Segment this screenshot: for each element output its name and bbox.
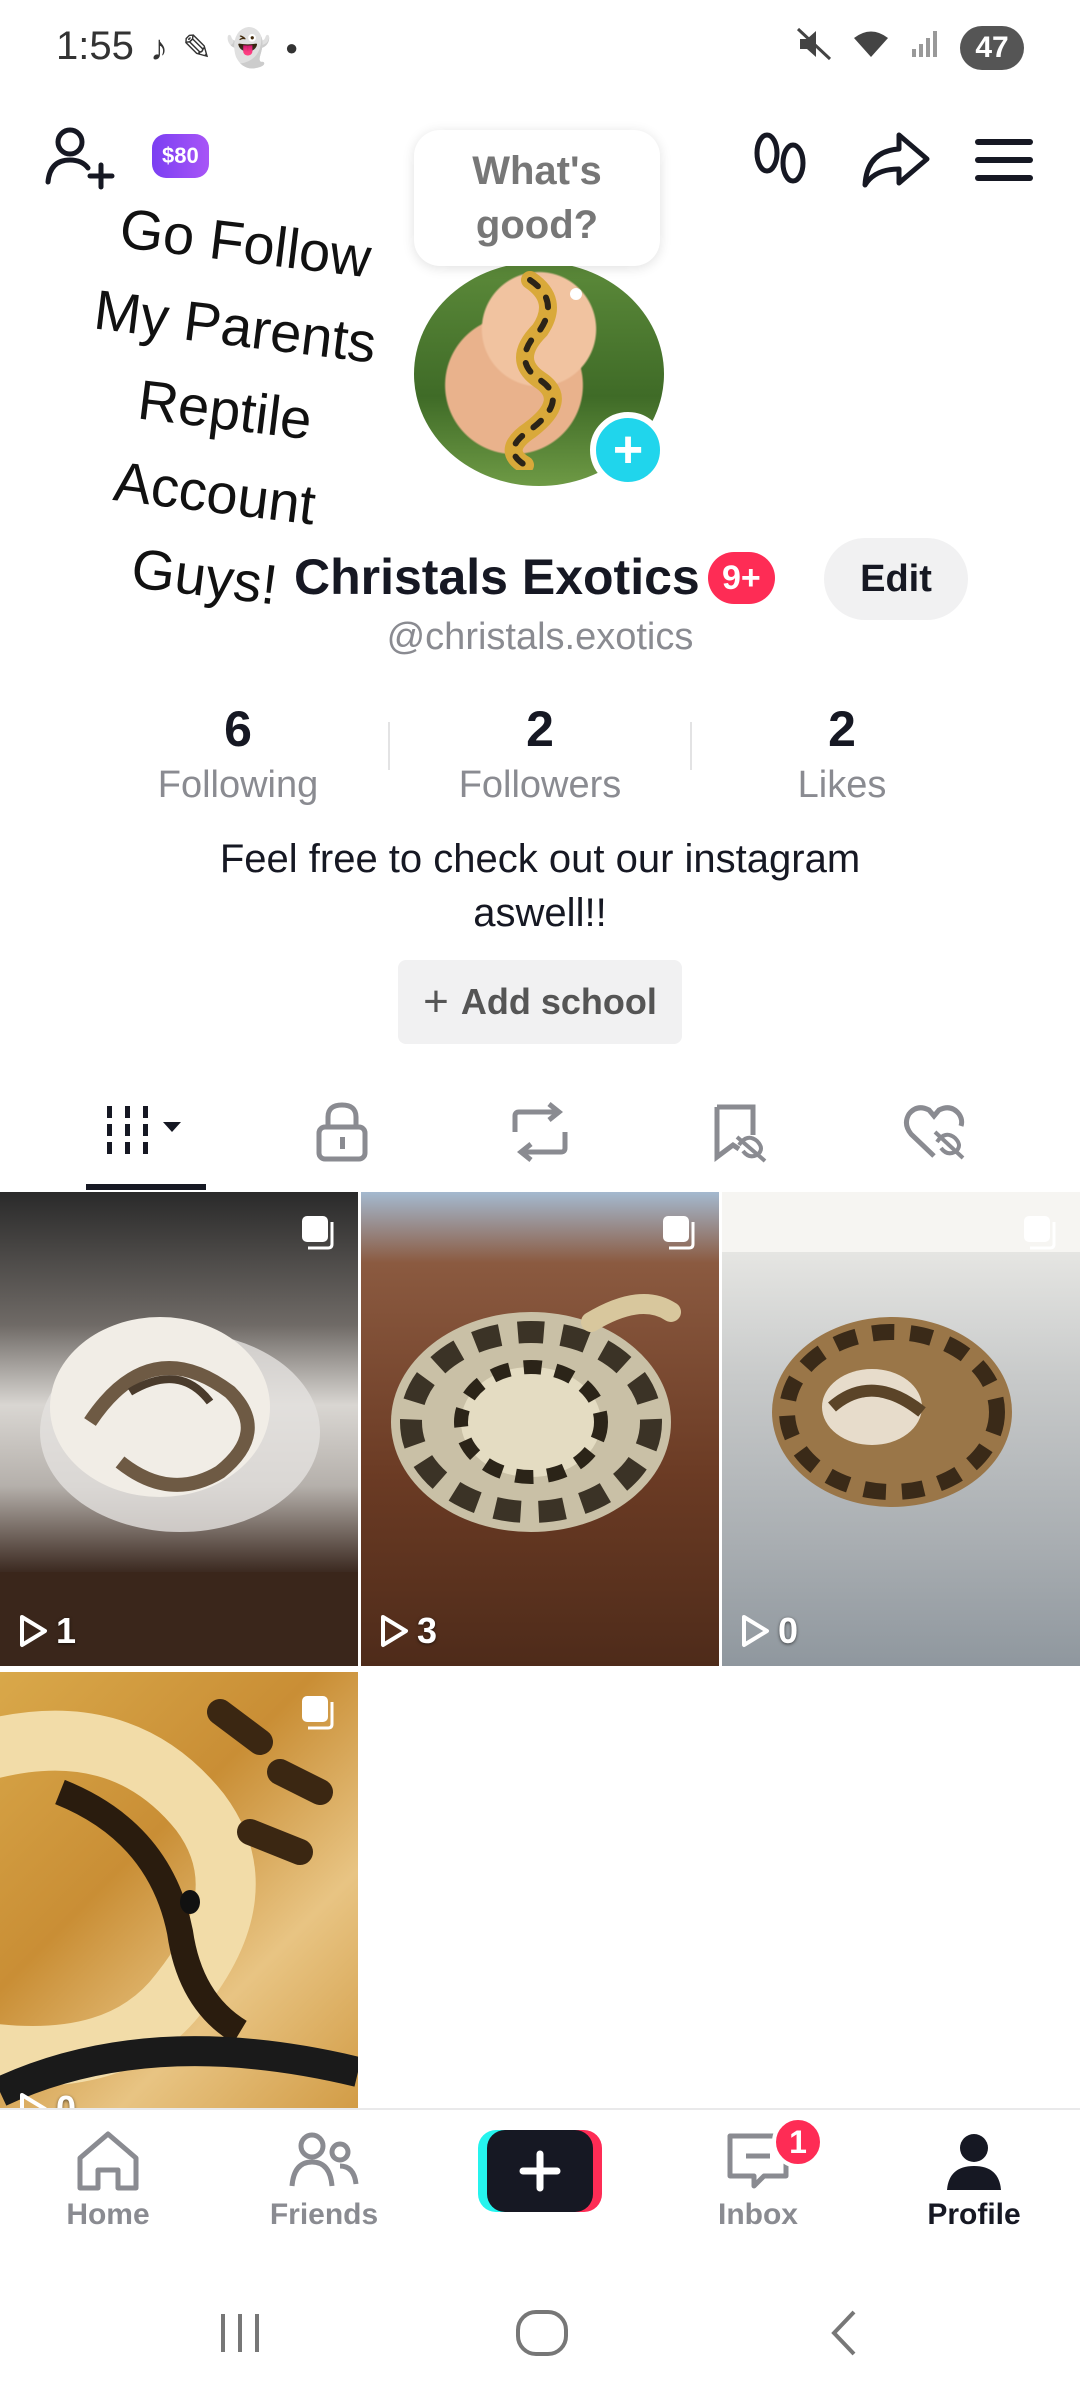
profile-icon xyxy=(947,2134,1001,2190)
multi-clip-icon xyxy=(663,1216,695,1250)
stat-divider xyxy=(690,722,692,770)
nav-profile-label: Profile xyxy=(927,2198,1021,2231)
recents-button[interactable] xyxy=(200,2298,280,2368)
signal-icon xyxy=(910,29,940,67)
mute-icon xyxy=(796,27,832,69)
tab-private[interactable] xyxy=(282,1082,402,1182)
plus-icon: + xyxy=(423,977,449,1026)
system-nav-bar xyxy=(0,2258,1080,2400)
note-bubble[interactable]: What's good? xyxy=(414,130,660,266)
add-school-button[interactable]: + Add school xyxy=(398,960,682,1044)
stat-followers-label: Followers xyxy=(458,764,622,806)
nav-friends[interactable]: Friends xyxy=(244,2130,404,2250)
video-thumbnail xyxy=(722,1192,1080,1507)
multi-clip-icon xyxy=(302,1216,334,1250)
profile-stats: 6 Following 2 Followers 2 Likes xyxy=(0,700,1080,810)
liked-icon xyxy=(903,1105,965,1160)
play-icon xyxy=(20,2093,47,2108)
play-icon xyxy=(742,1615,769,1647)
play-icon xyxy=(20,1615,47,1647)
view-count-value: 3 xyxy=(417,1610,438,1651)
tab-favorites[interactable] xyxy=(678,1082,798,1182)
bottom-nav: Home Friends Inbox 1 Profile xyxy=(0,2108,1080,2258)
tab-liked[interactable] xyxy=(874,1082,994,1182)
status-bar: 1:55 ♪ ✎ 👻 ● 47 xyxy=(0,0,1080,100)
stat-likes-value: 2 xyxy=(828,701,856,757)
share-profile-button[interactable] xyxy=(852,120,938,200)
video-tile[interactable]: 1 xyxy=(0,1192,358,1666)
multi-clip-icon xyxy=(1024,1216,1056,1250)
profile-views-button[interactable] xyxy=(740,120,820,200)
profile-tabs xyxy=(0,1082,1080,1192)
view-count: 0 xyxy=(18,2088,76,2108)
stat-following-label: Following xyxy=(157,764,319,806)
wifi-icon xyxy=(852,29,890,67)
view-count-value: 1 xyxy=(56,1610,77,1651)
stat-followers-value: 2 xyxy=(526,701,554,757)
home-system-button[interactable] xyxy=(502,2298,582,2368)
stat-likes[interactable]: 2 Likes xyxy=(690,700,993,810)
view-count-value: 0 xyxy=(778,1610,799,1651)
repost-icon xyxy=(512,1102,568,1162)
username: @christals.exotics xyxy=(386,616,694,658)
tiktok-icon: ♪ xyxy=(150,27,168,68)
stat-likes-label: Likes xyxy=(797,764,887,806)
active-tab-indicator xyxy=(86,1184,206,1190)
video-thumbnail xyxy=(391,1294,681,1532)
add-school-label: Add school xyxy=(460,981,657,1022)
dot-icon: ● xyxy=(285,35,299,60)
nav-profile[interactable]: Profile xyxy=(894,2130,1054,2250)
nav-inbox-label: Inbox xyxy=(718,2198,798,2231)
favorites-icon xyxy=(714,1104,767,1163)
lock-icon xyxy=(316,1102,368,1162)
status-time: 1:55 xyxy=(56,24,134,68)
hamburger-menu-icon xyxy=(975,139,1033,181)
display-name: Christals Exotics xyxy=(294,549,700,605)
tab-reposts[interactable] xyxy=(480,1082,600,1182)
home-circle-icon xyxy=(516,2310,568,2356)
videos-grid-icon xyxy=(107,1106,181,1154)
status-system-icons: 47 xyxy=(796,26,1024,70)
stat-following[interactable]: 6 Following xyxy=(87,700,389,810)
view-count-value: 0 xyxy=(56,2088,76,2108)
back-chevron-icon xyxy=(831,2310,856,2356)
video-thumbnail xyxy=(0,1317,358,1666)
snapchat-icon: 👻 xyxy=(226,27,271,68)
share-arrow-icon xyxy=(862,132,930,188)
friends-icon xyxy=(289,2132,359,2187)
tab-videos[interactable] xyxy=(86,1082,206,1182)
multi-clip-icon xyxy=(302,1696,334,1730)
coins-badge[interactable]: $80 xyxy=(152,134,209,178)
view-count: 0 xyxy=(740,1610,798,1652)
video-thumbnail xyxy=(0,1699,358,2106)
video-tile[interactable]: 0 xyxy=(722,1192,1080,1666)
note-dot xyxy=(570,288,582,300)
video-tile[interactable]: 3 xyxy=(361,1192,719,1666)
feather-icon: ✎ xyxy=(182,27,213,68)
stat-divider xyxy=(388,722,390,770)
nav-friends-label: Friends xyxy=(269,2198,379,2231)
recents-icon xyxy=(221,2314,259,2352)
stat-followers[interactable]: 2 Followers xyxy=(388,700,691,810)
video-tile[interactable]: 0 xyxy=(0,1672,358,2108)
avatar-snake-image xyxy=(504,271,562,470)
create-button[interactable] xyxy=(478,2128,602,2214)
add-story-button[interactable]: + xyxy=(590,412,666,488)
stat-following-value: 6 xyxy=(224,701,252,757)
play-icon xyxy=(381,1615,408,1647)
view-count: 3 xyxy=(379,1610,437,1652)
footprints-icon xyxy=(754,132,806,184)
back-button[interactable] xyxy=(804,2298,884,2368)
inbox-badge: 1 xyxy=(772,2116,824,2168)
profile-bio: Feel free to check out our instagram asw… xyxy=(219,837,861,935)
home-icon xyxy=(77,2131,139,2191)
view-count: 1 xyxy=(18,1610,76,1652)
nav-home-label: Home xyxy=(66,2198,150,2231)
menu-button[interactable] xyxy=(964,120,1044,200)
status-notification-icons: ♪ ✎ 👻 ● xyxy=(150,26,298,70)
edit-profile-button[interactable]: Edit xyxy=(824,538,968,620)
nav-home[interactable]: Home xyxy=(28,2130,188,2250)
notification-badge[interactable]: 9+ xyxy=(708,552,775,604)
battery-indicator: 47 xyxy=(960,26,1024,70)
